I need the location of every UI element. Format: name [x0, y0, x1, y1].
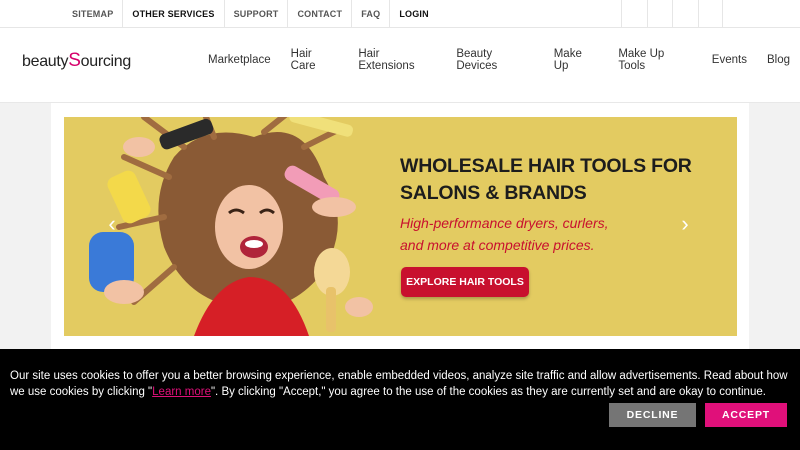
- utility-link-contact[interactable]: CONTACT: [287, 0, 351, 28]
- main-nav: Marketplace Hair Care Hair Extensions Be…: [198, 28, 800, 91]
- hero-banner: WHOLESALE HAIR TOOLS FOR SALONS & BRANDS…: [64, 117, 737, 336]
- logo-accent-letter: S: [68, 50, 81, 71]
- utility-link-login[interactable]: LOGIN: [389, 0, 438, 28]
- site-header: beautySourcing Marketplace Hair Care Hai…: [0, 28, 800, 103]
- utility-nav: SITEMAP OTHER SERVICES SUPPORT CONTACT F…: [63, 0, 438, 28]
- accept-button[interactable]: ACCEPT: [705, 403, 787, 427]
- nav-events[interactable]: Events: [712, 54, 747, 66]
- nav-beauty-devices[interactable]: Beauty Devices: [456, 48, 533, 72]
- explore-hair-tools-button[interactable]: EXPLORE HAIR TOOLS: [401, 267, 529, 297]
- hero-headline: WHOLESALE HAIR TOOLS FOR SALONS & BRANDS: [400, 153, 692, 207]
- social-links: [621, 0, 723, 28]
- utility-link-other-services[interactable]: OTHER SERVICES: [122, 0, 223, 28]
- hero-subtitle-line1: High-performance dryers, curlers,: [400, 215, 609, 231]
- social-icon-slot[interactable]: [621, 0, 647, 28]
- cookie-message: Our site uses cookies to offer you a bet…: [10, 368, 790, 400]
- carousel-prev-arrow-icon[interactable]: ‹: [105, 210, 119, 238]
- decline-button[interactable]: DECLINE: [609, 403, 696, 427]
- nav-hair-care[interactable]: Hair Care: [291, 48, 339, 72]
- hero-headline-line1: WHOLESALE HAIR TOOLS FOR: [400, 155, 692, 177]
- cookie-banner: Our site uses cookies to offer you a bet…: [0, 349, 800, 450]
- nav-hair-extensions[interactable]: Hair Extensions: [358, 48, 436, 72]
- logo-text-part1: beauty: [22, 53, 69, 70]
- hero-headline-line2: SALONS & BRANDS: [400, 182, 587, 204]
- hero-subtitle: High-performance dryers, curlers, and mo…: [400, 212, 609, 256]
- hero-subtitle-line2: and more at competitive prices.: [400, 237, 595, 253]
- nav-marketplace[interactable]: Marketplace: [208, 54, 271, 66]
- social-icon-slot[interactable]: [697, 0, 723, 28]
- nav-blog[interactable]: Blog: [767, 54, 790, 66]
- nav-make-up[interactable]: Make Up: [554, 48, 599, 72]
- utility-link-support[interactable]: SUPPORT: [223, 0, 288, 28]
- utility-link-sitemap[interactable]: SITEMAP: [63, 0, 122, 28]
- site-logo[interactable]: beautySourcing: [22, 50, 131, 72]
- learn-more-link[interactable]: Learn more: [152, 386, 211, 398]
- social-icon-slot[interactable]: [672, 0, 698, 28]
- utility-link-faq[interactable]: FAQ: [351, 0, 389, 28]
- utility-bar: SITEMAP OTHER SERVICES SUPPORT CONTACT F…: [0, 0, 800, 28]
- cookie-text-after: ". By clicking "Accept," you agree to th…: [210, 386, 766, 398]
- nav-make-up-tools[interactable]: Make Up Tools: [618, 48, 691, 72]
- social-icon-slot[interactable]: [646, 0, 673, 28]
- logo-text-part2: ourcing: [80, 53, 132, 70]
- carousel-next-arrow-icon[interactable]: ›: [678, 210, 692, 238]
